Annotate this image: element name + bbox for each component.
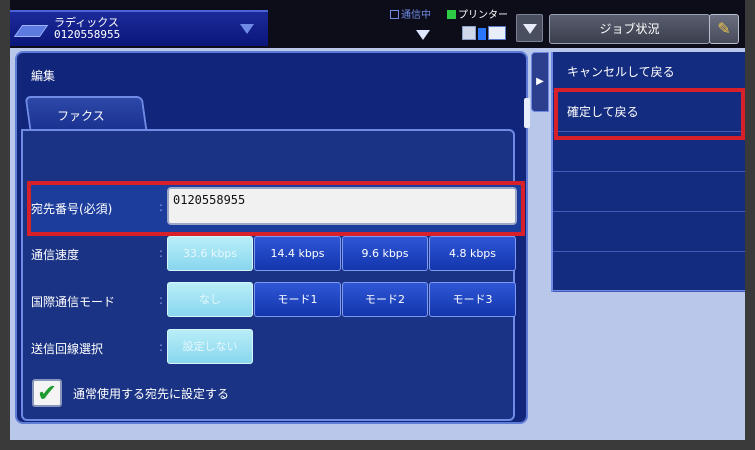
menu-item-empty[interactable] xyxy=(553,252,745,292)
panel-title: 編集 xyxy=(31,69,56,83)
comm-status-label: 通信中 xyxy=(401,10,431,21)
default-destination-label: 通常使用する宛先に設定する xyxy=(73,387,230,401)
speed-option-14-4[interactable]: 14.4 kbps xyxy=(254,236,341,271)
intl-mode-label: 国際通信モード xyxy=(31,295,116,309)
comm-status-icon xyxy=(390,10,399,19)
help-icon: ✎ xyxy=(717,19,731,38)
default-destination-checkbox[interactable]: ✔ xyxy=(32,379,62,407)
destination-selector[interactable]: ラディックス 0120558955 xyxy=(10,10,268,46)
tab-fax-label: ファクス xyxy=(57,109,105,123)
separator: : xyxy=(159,340,164,354)
destination-label: 宛先番号(必須) xyxy=(31,202,113,216)
intl-option-mode1[interactable]: モード1 xyxy=(254,282,341,317)
speed-option-4-8[interactable]: 4.8 kbps xyxy=(429,236,516,271)
device-frame: ラディックス 0120558955 通信中 プリンター ジョブ状況 ✎ 編集 フ… xyxy=(0,0,755,450)
speed-option-9-6[interactable]: 9.6 kbps xyxy=(342,236,428,271)
tab-content xyxy=(21,129,515,421)
help-button[interactable]: ✎ xyxy=(709,14,739,44)
edit-panel: 編集 ファクス 宛先番号(必須) : 0120558955 通信速度 : 33.… xyxy=(15,51,528,424)
comm-dropdown-icon[interactable] xyxy=(416,30,430,40)
speed-option-33-6[interactable]: 33.6 kbps xyxy=(167,236,253,271)
separator: : xyxy=(159,246,164,260)
top-bar: ラディックス 0120558955 通信中 プリンター ジョブ状況 ✎ xyxy=(10,0,745,48)
intl-option-none[interactable]: なし xyxy=(167,282,253,317)
confirm-highlight xyxy=(554,88,745,140)
line-select-label: 送信回線選択 xyxy=(31,342,104,356)
cancel-and-return-button[interactable]: キャンセルして戻る xyxy=(553,52,745,92)
printer-activity-icon xyxy=(462,24,508,42)
chevron-down-icon[interactable] xyxy=(240,24,254,34)
destination-number-field[interactable]: 0120558955 xyxy=(167,187,517,225)
side-menu-toggle[interactable]: ▶ xyxy=(531,52,549,112)
printer-status-label: プリンター xyxy=(458,10,508,21)
menu-item-empty[interactable] xyxy=(553,212,745,252)
play-icon: ▶ xyxy=(536,76,544,87)
monitor-icon xyxy=(488,26,506,40)
panel-scroll-handle[interactable] xyxy=(524,98,530,128)
intl-option-mode2[interactable]: モード2 xyxy=(342,282,428,317)
comm-status: 通信中 xyxy=(390,6,431,21)
destination-number: 0120558955 xyxy=(54,28,121,41)
status-dropdown-button[interactable] xyxy=(516,14,543,42)
job-status-button[interactable]: ジョブ状況 xyxy=(549,14,710,44)
speed-label: 通信速度 xyxy=(31,248,80,262)
intl-option-mode3[interactable]: モード3 xyxy=(429,282,516,317)
document-icon xyxy=(462,26,476,40)
transfer-icon xyxy=(478,28,486,40)
separator: : xyxy=(159,293,164,307)
line-select-button[interactable]: 設定しない xyxy=(167,329,253,364)
separator: : xyxy=(159,200,164,214)
printer-status: プリンター xyxy=(447,6,508,21)
menu-item-empty[interactable] xyxy=(553,172,745,212)
printer-status-icon xyxy=(447,10,456,19)
fax-destination-icon xyxy=(13,25,49,37)
screen: ラディックス 0120558955 通信中 プリンター ジョブ状況 ✎ 編集 フ… xyxy=(10,0,745,440)
chevron-down-icon xyxy=(523,24,537,34)
checkmark-icon: ✔ xyxy=(36,379,58,407)
